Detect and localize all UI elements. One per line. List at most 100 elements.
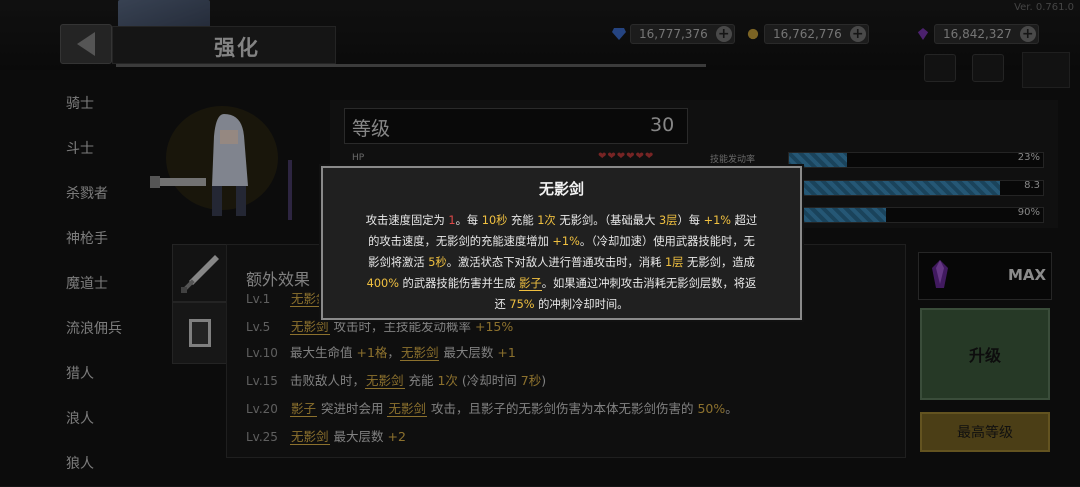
currency-value-box: 16,762,776 + (764, 24, 869, 44)
title-divider (116, 64, 706, 67)
tooltip-title: 无影剑 (538, 180, 584, 198)
value-highlight: +1% (703, 214, 732, 227)
value-highlight: +1格 (356, 345, 388, 360)
currency-purple-crystal: 16,842,327 + (916, 24, 1039, 44)
purple-crystal-icon (932, 260, 948, 288)
currency-blue-gem: 16,777,376 + (612, 24, 735, 44)
hp-hearts: ❤❤❤❤❤❤ (598, 151, 655, 162)
effect-level-label: Lv.1 (246, 292, 271, 306)
upgrade-button[interactable]: 升级 (920, 308, 1050, 400)
stat-bar-value: 8.3 (1024, 180, 1040, 191)
currency-value: 16,842,327 (943, 27, 1012, 41)
class-item[interactable]: 骑士 (0, 82, 150, 127)
coin-icon (747, 28, 759, 40)
tooltip-line: 还 75% 的冲刺冷却时间。 (333, 294, 790, 315)
add-currency-button[interactable]: + (849, 26, 866, 42)
value-highlight: 7秒 (520, 373, 542, 388)
keyword-link[interactable]: 影子 (519, 277, 542, 291)
text-segment: 超过 (731, 214, 758, 227)
hp-label: HP (352, 153, 365, 163)
max-level-button[interactable]: 最高等级 (920, 412, 1050, 452)
class-item[interactable]: 狼人 (0, 442, 150, 487)
add-currency-button[interactable]: + (715, 26, 732, 42)
effect-level-label: Lv.15 (246, 374, 278, 388)
text-segment: 的攻击速度，无影剑的充能速度增加 (368, 235, 553, 248)
book-icon (189, 319, 211, 347)
tooltip-line: 攻击速度固定为 1。每 10秒 充能 1次 无影剑。（基础最大 3层）每 +1%… (333, 210, 790, 231)
effect-level-label: Lv.10 (246, 346, 278, 360)
value-highlight: +1 (497, 345, 516, 360)
character-sprite (150, 106, 292, 220)
text-segment: 击败敌人时， (290, 373, 366, 388)
sword-icon (181, 255, 219, 293)
stat-bar-label: 技能发动率 (710, 155, 756, 165)
text-segment: 。激活状态下对敌人进行普通攻击时，消耗 (446, 256, 665, 269)
currency-coin: 16,762,776 + (746, 24, 869, 44)
text-segment: 无影剑。（基础最大 (555, 214, 659, 227)
keyword-link[interactable]: 无影剑 (387, 401, 427, 417)
class-item[interactable]: 流浪佣兵 (0, 307, 150, 352)
class-item[interactable]: 杀戮者 (0, 172, 150, 217)
text-segment: 最大层数 (439, 345, 498, 360)
effect-level-label: Lv.25 (246, 430, 278, 444)
value-highlight: 1层 (664, 256, 684, 269)
blue-gem-icon (612, 28, 626, 40)
value-highlight: 75% (509, 298, 535, 311)
class-item[interactable]: 浪人 (0, 397, 150, 442)
currency-value: 16,777,376 (639, 27, 708, 41)
level-label: 等级 (352, 118, 391, 140)
effect-row: Lv.15 击败敌人时，无影剑 充能 1次 (冷却时间 7秒) (246, 370, 546, 394)
stat-bar-fill (789, 208, 886, 222)
text-segment: 的武器技能伤害并生成 (398, 277, 520, 290)
text-segment: 攻击时，主技能发动概率 (329, 319, 475, 334)
add-currency-button[interactable]: + (1019, 26, 1036, 42)
text-segment: 充能 (507, 214, 538, 227)
currency-value-box: 16,777,376 + (630, 24, 735, 44)
value-highlight: 1次 (537, 214, 556, 227)
class-item[interactable]: 斗士 (0, 127, 150, 172)
stat-bar-track (788, 152, 1044, 168)
text-segment: 影剑将激活 (368, 256, 429, 269)
gift-icon[interactable] (972, 54, 1004, 82)
keyword-link[interactable]: 无影剑 (365, 373, 405, 389)
tooltip-line: 影剑将激活 5秒。激活状态下对敌人进行普通攻击时，消耗 1层 无影剑，造成 (333, 252, 790, 273)
effect-level-label: Lv.20 (246, 402, 278, 416)
menu-button[interactable] (1022, 52, 1070, 88)
value-highlight: 1 (448, 214, 456, 227)
version-label: Ver. 0.761.0 (1014, 2, 1074, 13)
text-segment: 攻击速度固定为 (365, 214, 449, 227)
value-highlight: 5秒 (428, 256, 447, 269)
tooltip-body: 攻击速度固定为 1。每 10秒 充能 1次 无影剑。（基础最大 3层）每 +1%… (333, 210, 790, 315)
back-button[interactable] (60, 24, 112, 64)
text-segment: 攻击，且影子的无影剑伤害为本体无影剑伤害的 (426, 401, 698, 416)
level-box (344, 108, 688, 144)
value-highlight: +2 (387, 429, 406, 444)
text-segment: 。每 (455, 214, 482, 227)
text-segment: 突进时会用 (317, 401, 388, 416)
class-item[interactable]: 魔道士 (0, 262, 150, 307)
class-item[interactable]: 猎人 (0, 352, 150, 397)
tab-weapon[interactable] (172, 244, 230, 302)
value-highlight: 10秒 (481, 214, 508, 227)
extra-effects-title: 额外效果 (246, 270, 311, 289)
class-list: 骑士 斗士 杀戮者 神枪手 魔道士 流浪佣兵 猎人 浪人 狼人 (0, 82, 150, 487)
settings-icon[interactable] (924, 54, 956, 82)
text-segment: ）每 (677, 214, 704, 227)
value-highlight: 400% (366, 277, 399, 290)
stat-bar-fill (789, 153, 848, 167)
class-item[interactable]: 神枪手 (0, 217, 150, 262)
purple-crystal-icon (917, 28, 929, 40)
tab-book[interactable] (172, 302, 230, 364)
stat-bar-fill (789, 181, 1000, 195)
text-segment: 最大层数 (329, 429, 388, 444)
keyword-link[interactable]: 无影剑 (290, 429, 330, 445)
keyword-link[interactable]: 无影剑 (399, 345, 440, 361)
back-arrow-icon (77, 32, 95, 56)
stat-bar-track (788, 207, 1044, 223)
text-segment: (冷却时间 (457, 373, 521, 388)
keyword-link[interactable]: 影子 (290, 401, 318, 417)
text-segment: 无影剑，造成 (683, 256, 755, 269)
keyword-link[interactable]: 无影剑 (290, 319, 330, 335)
text-segment: 。如果通过冲刺攻击消耗无影剑层数，将返 (541, 277, 757, 290)
value-highlight: 50% (697, 401, 726, 416)
